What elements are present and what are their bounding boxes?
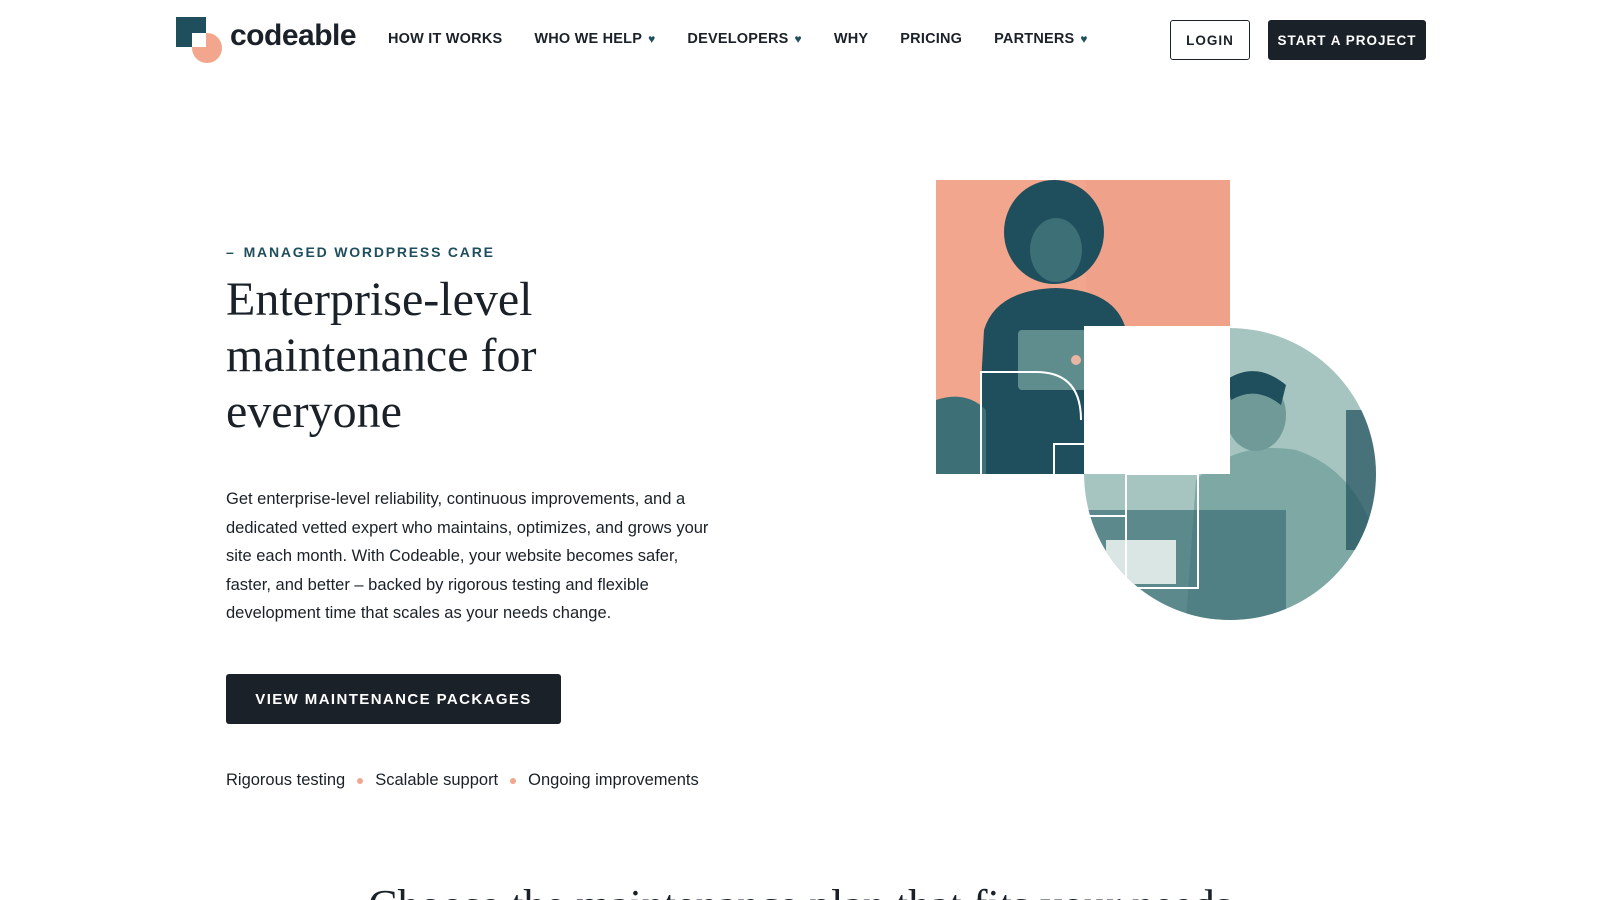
login-button[interactable]: LOGIN bbox=[1170, 20, 1250, 60]
feature-list: Rigorous testing Scalable support Ongoin… bbox=[226, 771, 699, 790]
nav-label: WHO WE HELP bbox=[534, 31, 643, 47]
nav-label: WHY bbox=[833, 31, 869, 47]
bullet-dot-icon bbox=[357, 777, 364, 784]
eyebrow: – MANAGED WORDPRESS CARE bbox=[226, 244, 495, 260]
nav-pricing[interactable]: PRICING bbox=[900, 31, 962, 47]
logo[interactable]: codeable bbox=[176, 17, 357, 63]
eyebrow-text: MANAGED WORDPRESS CARE bbox=[243, 244, 495, 260]
feature-item: Ongoing improvements bbox=[528, 771, 699, 789]
view-maintenance-packages-button[interactable]: VIEW MAINTENANCE PACKAGES bbox=[226, 674, 561, 724]
nav-label: HOW IT WORKS bbox=[388, 31, 503, 47]
section-title: Choose the maintenance plan that fits yo… bbox=[0, 880, 1600, 900]
logo-mark-icon bbox=[176, 17, 222, 63]
nav-label: PRICING bbox=[900, 31, 963, 47]
eyebrow-dash: – bbox=[226, 244, 236, 260]
heart-icon: ♥ bbox=[648, 32, 656, 46]
white-block bbox=[1084, 326, 1230, 474]
nav-who-we-help[interactable]: WHO WE HELP ♥ bbox=[534, 31, 655, 47]
nav-developers[interactable]: DEVELOPERS ♥ bbox=[687, 31, 801, 47]
feature-item: Rigorous testing bbox=[226, 771, 346, 789]
hero-body: Get enterprise-level reliability, contin… bbox=[226, 490, 709, 622]
main-nav: HOW IT WORKS WHO WE HELP ♥ DEVELOPERS ♥ WH… bbox=[388, 31, 1120, 47]
nav-label: PARTNERS bbox=[994, 31, 1075, 47]
nav-why[interactable]: WHY bbox=[834, 31, 868, 47]
heart-icon: ♥ bbox=[1080, 32, 1088, 46]
hero-illustration bbox=[936, 180, 1376, 620]
hero-headline: Enterprise-level maintenance for everyon… bbox=[226, 273, 537, 438]
start-project-button[interactable]: START A PROJECT bbox=[1268, 20, 1426, 60]
bullet-dot-icon bbox=[510, 777, 517, 784]
nav-label: DEVELOPERS bbox=[687, 31, 789, 47]
logo-text: codeable bbox=[230, 19, 357, 52]
heart-icon: ♥ bbox=[794, 32, 802, 46]
feature-item: Scalable support bbox=[375, 771, 499, 789]
nav-how-it-works[interactable]: HOW IT WORKS bbox=[388, 31, 502, 47]
nav-partners[interactable]: PARTNERS ♥ bbox=[994, 31, 1088, 47]
